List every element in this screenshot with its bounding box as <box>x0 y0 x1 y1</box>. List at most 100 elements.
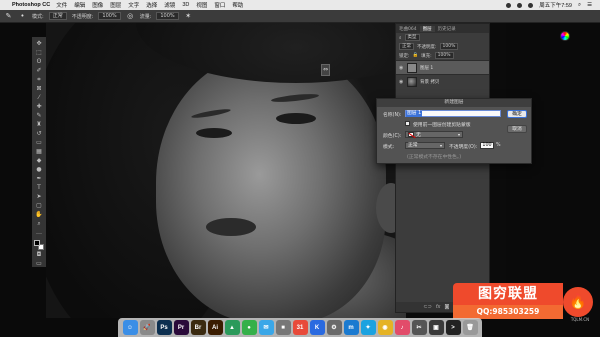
clipping-mask-checkbox[interactable] <box>405 121 410 126</box>
menu-type[interactable]: 文字 <box>128 1 139 9</box>
bird-icon[interactable]: ✦ <box>360 320 376 335</box>
tab-layers[interactable]: 图层 <box>419 25 435 32</box>
link-icon[interactable]: ⊂⊃ <box>423 304 431 310</box>
zoom-tool-icon[interactable]: ⌕ <box>35 220 44 227</box>
menu-file[interactable]: 文件 <box>56 1 67 9</box>
pen-tool-icon[interactable]: ✒ <box>35 175 44 182</box>
color-select[interactable]: 无 ▾ <box>405 131 463 138</box>
flow-field[interactable]: 100% <box>156 12 179 20</box>
shape-tool-icon[interactable]: ▢ <box>35 202 44 209</box>
airbrush-icon[interactable]: ✶ <box>184 12 193 21</box>
frame-tool-icon[interactable]: ⊠ <box>35 85 44 92</box>
quick-mask-icon[interactable]: ◘ <box>35 251 44 258</box>
layer-name[interactable]: 背景 拷贝 <box>420 79 439 85</box>
menu-help[interactable]: 帮助 <box>232 1 243 9</box>
premiere-icon[interactable]: Pr <box>173 320 189 335</box>
menu-window[interactable]: 窗口 <box>214 1 225 9</box>
tool-icon[interactable]: ✂ <box>411 320 427 335</box>
opacity-input[interactable]: 100 <box>480 142 494 149</box>
marquee-tool-icon[interactable]: ⬚ <box>35 49 44 56</box>
keynote-icon[interactable]: K <box>309 320 325 335</box>
photoshop-icon[interactable]: Ps <box>156 320 172 335</box>
layer-item[interactable]: ◉ 图层 1 <box>396 60 489 74</box>
chrome-icon[interactable]: ◉ <box>377 320 393 335</box>
opacity-field[interactable]: 100% <box>98 12 121 20</box>
brush-preset-icon[interactable]: • <box>18 12 27 21</box>
wechat-icon[interactable]: ● <box>241 320 257 335</box>
menu-filter[interactable]: 滤镜 <box>164 1 175 9</box>
layer-item[interactable]: ◉ 背景 拷贝 <box>396 74 489 88</box>
menu-layer[interactable]: 图层 <box>110 1 121 9</box>
illustrator-icon[interactable]: Ai <box>207 320 223 335</box>
menu-list-icon[interactable]: ☰ <box>587 2 592 8</box>
blend-mode-select[interactable]: 正常 <box>399 43 414 50</box>
screen-mode-icon[interactable]: ▭ <box>35 260 44 267</box>
stamp-tool-icon[interactable]: ♜ <box>35 121 44 128</box>
finder-icon[interactable]: ☺ <box>122 320 138 335</box>
mode-select[interactable]: 正常 <box>48 12 67 20</box>
wifi-icon[interactable] <box>517 2 523 8</box>
app-icon[interactable]: ■ <box>275 320 291 335</box>
terminal-icon[interactable]: > <box>445 320 461 335</box>
clock[interactable]: 周五下午7:59 <box>539 1 572 9</box>
brush-tool-icon[interactable]: ✎ <box>4 12 13 21</box>
launchpad-icon[interactable]: 🚀 <box>139 320 155 335</box>
ok-button[interactable]: 确定 <box>507 110 527 118</box>
bridge-icon[interactable]: Br <box>190 320 206 335</box>
color-swatches[interactable] <box>34 240 44 250</box>
blur-tool-icon[interactable]: ◆ <box>35 157 44 164</box>
visibility-eye-icon[interactable]: ◉ <box>399 79 404 85</box>
cancel-button[interactable]: 取消 <box>507 125 527 133</box>
mode-select[interactable]: 正常 ▾ <box>405 142 445 149</box>
layer-name[interactable]: 图层 1 <box>420 65 433 71</box>
filter-kind-select[interactable]: 类型 <box>404 34 420 41</box>
messages-icon[interactable]: ✉ <box>258 320 274 335</box>
eraser-tool-icon[interactable]: ▭ <box>35 139 44 146</box>
hand-tool-icon[interactable]: ✋ <box>35 211 44 218</box>
foreground-color-swatch[interactable] <box>34 240 40 246</box>
dodge-tool-icon[interactable]: ● <box>35 166 44 173</box>
tab-channels[interactable]: 毛曲064 <box>396 26 420 32</box>
layer-name-input[interactable]: 图层 1 <box>405 110 501 117</box>
status-icon[interactable] <box>506 2 512 8</box>
path-select-tool-icon[interactable]: ➤ <box>35 193 44 200</box>
tab-history[interactable]: 历史记录 <box>435 26 459 32</box>
menu-view[interactable]: 视图 <box>196 1 207 9</box>
mail-icon[interactable]: m <box>343 320 359 335</box>
eyedropper-tool-icon[interactable]: ⁄ <box>35 94 44 101</box>
calendar-icon[interactable]: 31 <box>292 320 308 335</box>
display-icon[interactable]: ▣ <box>428 320 444 335</box>
quick-select-tool-icon[interactable]: ✐ <box>35 67 44 74</box>
layer-opacity-field[interactable]: 100% <box>439 43 459 50</box>
collapsed-panel-icon[interactable]: ⇔ <box>321 64 330 76</box>
healing-tool-icon[interactable]: ✚ <box>35 103 44 110</box>
crop-tool-icon[interactable]: ⌗ <box>35 76 44 83</box>
color-wheel-icon[interactable] <box>560 31 570 41</box>
menu-edit[interactable]: 编辑 <box>74 1 85 9</box>
gradient-tool-icon[interactable]: ▦ <box>35 148 44 155</box>
lock-icon[interactable]: 🔒 <box>413 53 419 58</box>
layer-name-selected-text[interactable]: 图层 1 <box>406 111 423 117</box>
settings-icon[interactable]: ⚙ <box>326 320 342 335</box>
fill-field[interactable]: 100% <box>434 52 454 59</box>
more-tools-icon[interactable]: … <box>35 229 44 236</box>
menu-image[interactable]: 图像 <box>92 1 103 9</box>
battery-icon[interactable] <box>528 2 534 8</box>
lasso-tool-icon[interactable]: ʘ <box>35 58 44 65</box>
drive-icon[interactable]: ▲ <box>224 320 240 335</box>
filter-search-icon[interactable]: ⌕ <box>399 35 402 41</box>
menu-select[interactable]: 选择 <box>146 1 157 9</box>
trash-icon[interactable]: 🗑 <box>462 320 478 335</box>
brush-tool-icon[interactable]: ✎ <box>35 112 44 119</box>
type-tool-icon[interactable]: T <box>35 184 44 191</box>
mask-icon[interactable]: ◙ <box>444 304 449 310</box>
app-name[interactable]: Photoshop CC <box>12 2 50 8</box>
pressure-icon[interactable]: ◎ <box>126 12 135 21</box>
history-brush-tool-icon[interactable]: ↺ <box>35 130 44 137</box>
move-tool-icon[interactable]: ✥ <box>35 40 44 47</box>
search-icon[interactable]: ⌕ <box>578 2 581 9</box>
visibility-eye-icon[interactable]: ◉ <box>399 65 404 71</box>
fx-button[interactable]: fx <box>436 304 441 310</box>
music-icon[interactable]: ♪ <box>394 320 410 335</box>
menu-3d[interactable]: 3D <box>182 2 189 8</box>
